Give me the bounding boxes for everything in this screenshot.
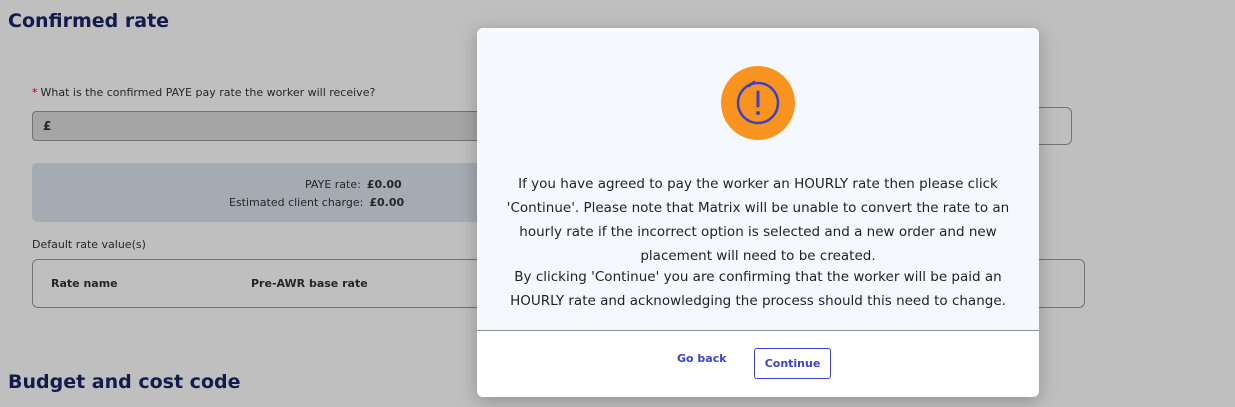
confirm-hourly-rate-dialog: If you have agreed to pay the worker an …: [477, 28, 1039, 397]
go-back-button[interactable]: Go back: [677, 352, 727, 365]
continue-button[interactable]: Continue: [754, 348, 831, 379]
dialog-body: If you have agreed to pay the worker an …: [477, 28, 1039, 331]
dialog-message-secondary: By clicking 'Continue' you are confirmin…: [510, 269, 1006, 309]
dialog-footer: Go back Continue: [477, 331, 1039, 397]
dialog-message-primary: If you have agreed to pay the worker an …: [506, 176, 1010, 264]
alert-exclamation-icon: [721, 66, 795, 140]
